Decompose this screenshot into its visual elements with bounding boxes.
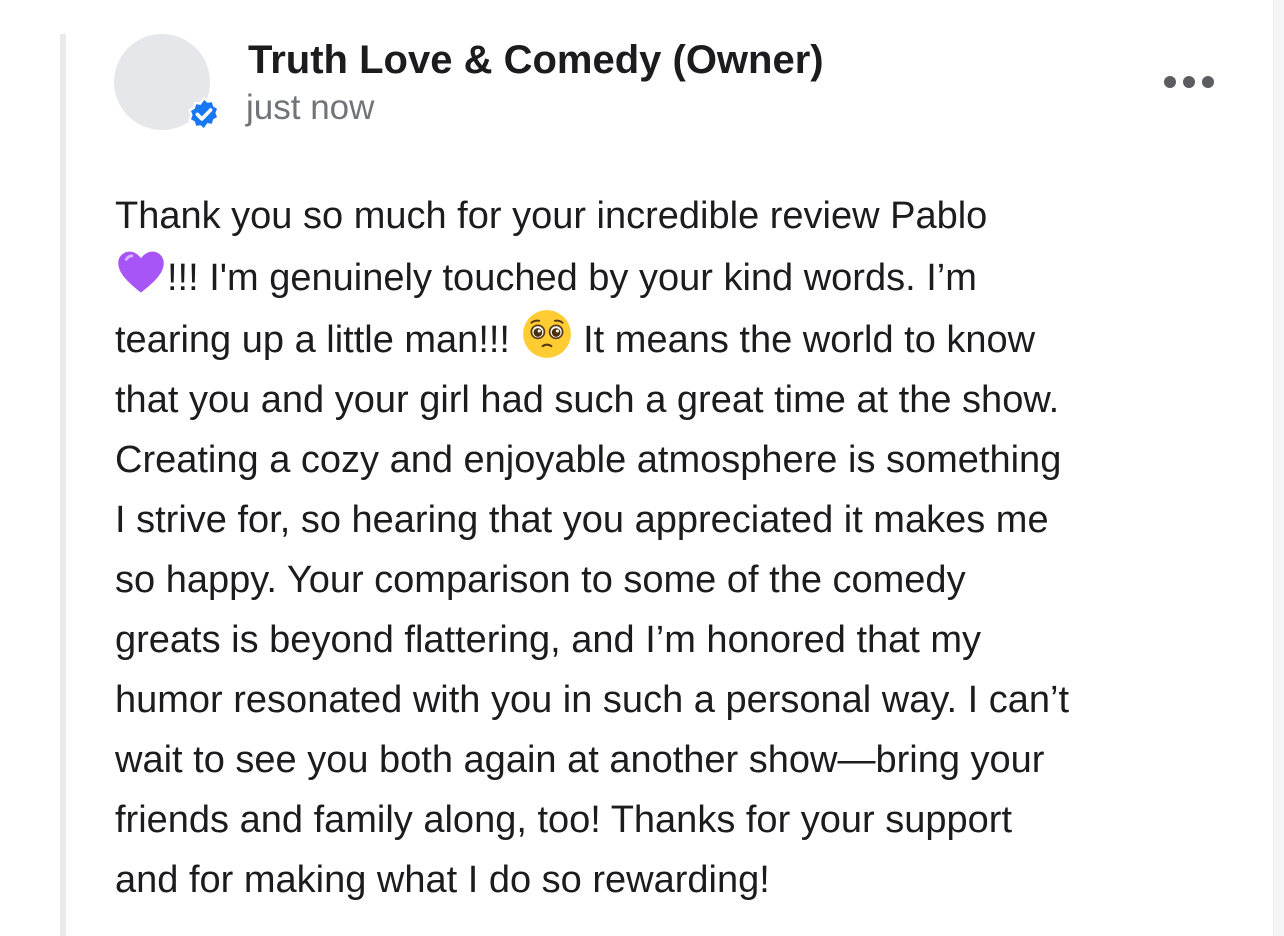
text-segment: !!! I'm genuinely touched by your kind w…	[167, 257, 977, 299]
text-segment: humor resonated with you in such a perso…	[115, 679, 1070, 721]
text-segment: It means the world to know	[572, 319, 1036, 361]
text-segment: friends and family along, too! Thanks fo…	[115, 799, 1013, 841]
text-segment: Creating a cozy and enjoyable atmosphere…	[115, 439, 1062, 481]
purple-heart-emoji	[118, 251, 164, 293]
text-segment: so happy. Your comparison to some of the…	[115, 559, 966, 601]
more-horizontal-icon	[1202, 76, 1214, 88]
text-segment: tearing up a little man!!!	[115, 319, 521, 361]
text-line: and for making what I do so rewarding!	[115, 850, 1225, 910]
text-line: I strive for, so hearing that you apprec…	[115, 490, 1225, 550]
text-line: Creating a cozy and enjoyable atmosphere…	[115, 430, 1225, 490]
text-line: !!! I'm genuinely touched by your kind w…	[115, 246, 1225, 308]
author-name[interactable]: Truth Love & Comedy (Owner)	[248, 36, 824, 84]
text-segment: I strive for, so hearing that you apprec…	[115, 499, 1049, 541]
scrollbar-track[interactable]	[1273, 0, 1284, 936]
text-line: humor resonated with you in such a perso…	[115, 670, 1225, 730]
text-line: so happy. Your comparison to some of the…	[115, 550, 1225, 610]
text-line: friends and family along, too! Thanks fo…	[115, 790, 1225, 850]
text-line: tearing up a little man!!! It means the …	[115, 308, 1225, 370]
comment-reply: Truth Love & Comedy (Owner) just now Tha…	[0, 0, 1284, 936]
text-segment: wait to see you both again at another sh…	[115, 739, 1045, 781]
more-options-button[interactable]	[1160, 66, 1218, 98]
more-horizontal-icon	[1164, 76, 1176, 88]
text-line: wait to see you both again at another sh…	[115, 730, 1225, 790]
verified-badge-icon	[188, 96, 220, 132]
text-segment: Thank you so much for your incredible re…	[115, 195, 988, 237]
text-line: Thank you so much for your incredible re…	[115, 186, 1225, 246]
thread-line	[60, 34, 66, 936]
more-horizontal-icon	[1183, 76, 1195, 88]
comment-text: Thank you so much for your incredible re…	[115, 186, 1225, 910]
timestamp[interactable]: just now	[246, 86, 374, 130]
text-segment: and for making what I do so rewarding!	[115, 859, 770, 901]
text-line: greats is beyond flattering, and I’m hon…	[115, 610, 1225, 670]
text-line: that you and your girl had such a great …	[115, 370, 1225, 430]
text-segment: greats is beyond flattering, and I’m hon…	[115, 619, 982, 661]
pleading-face-emoji	[522, 310, 571, 358]
text-segment: that you and your girl had such a great …	[115, 379, 1060, 421]
